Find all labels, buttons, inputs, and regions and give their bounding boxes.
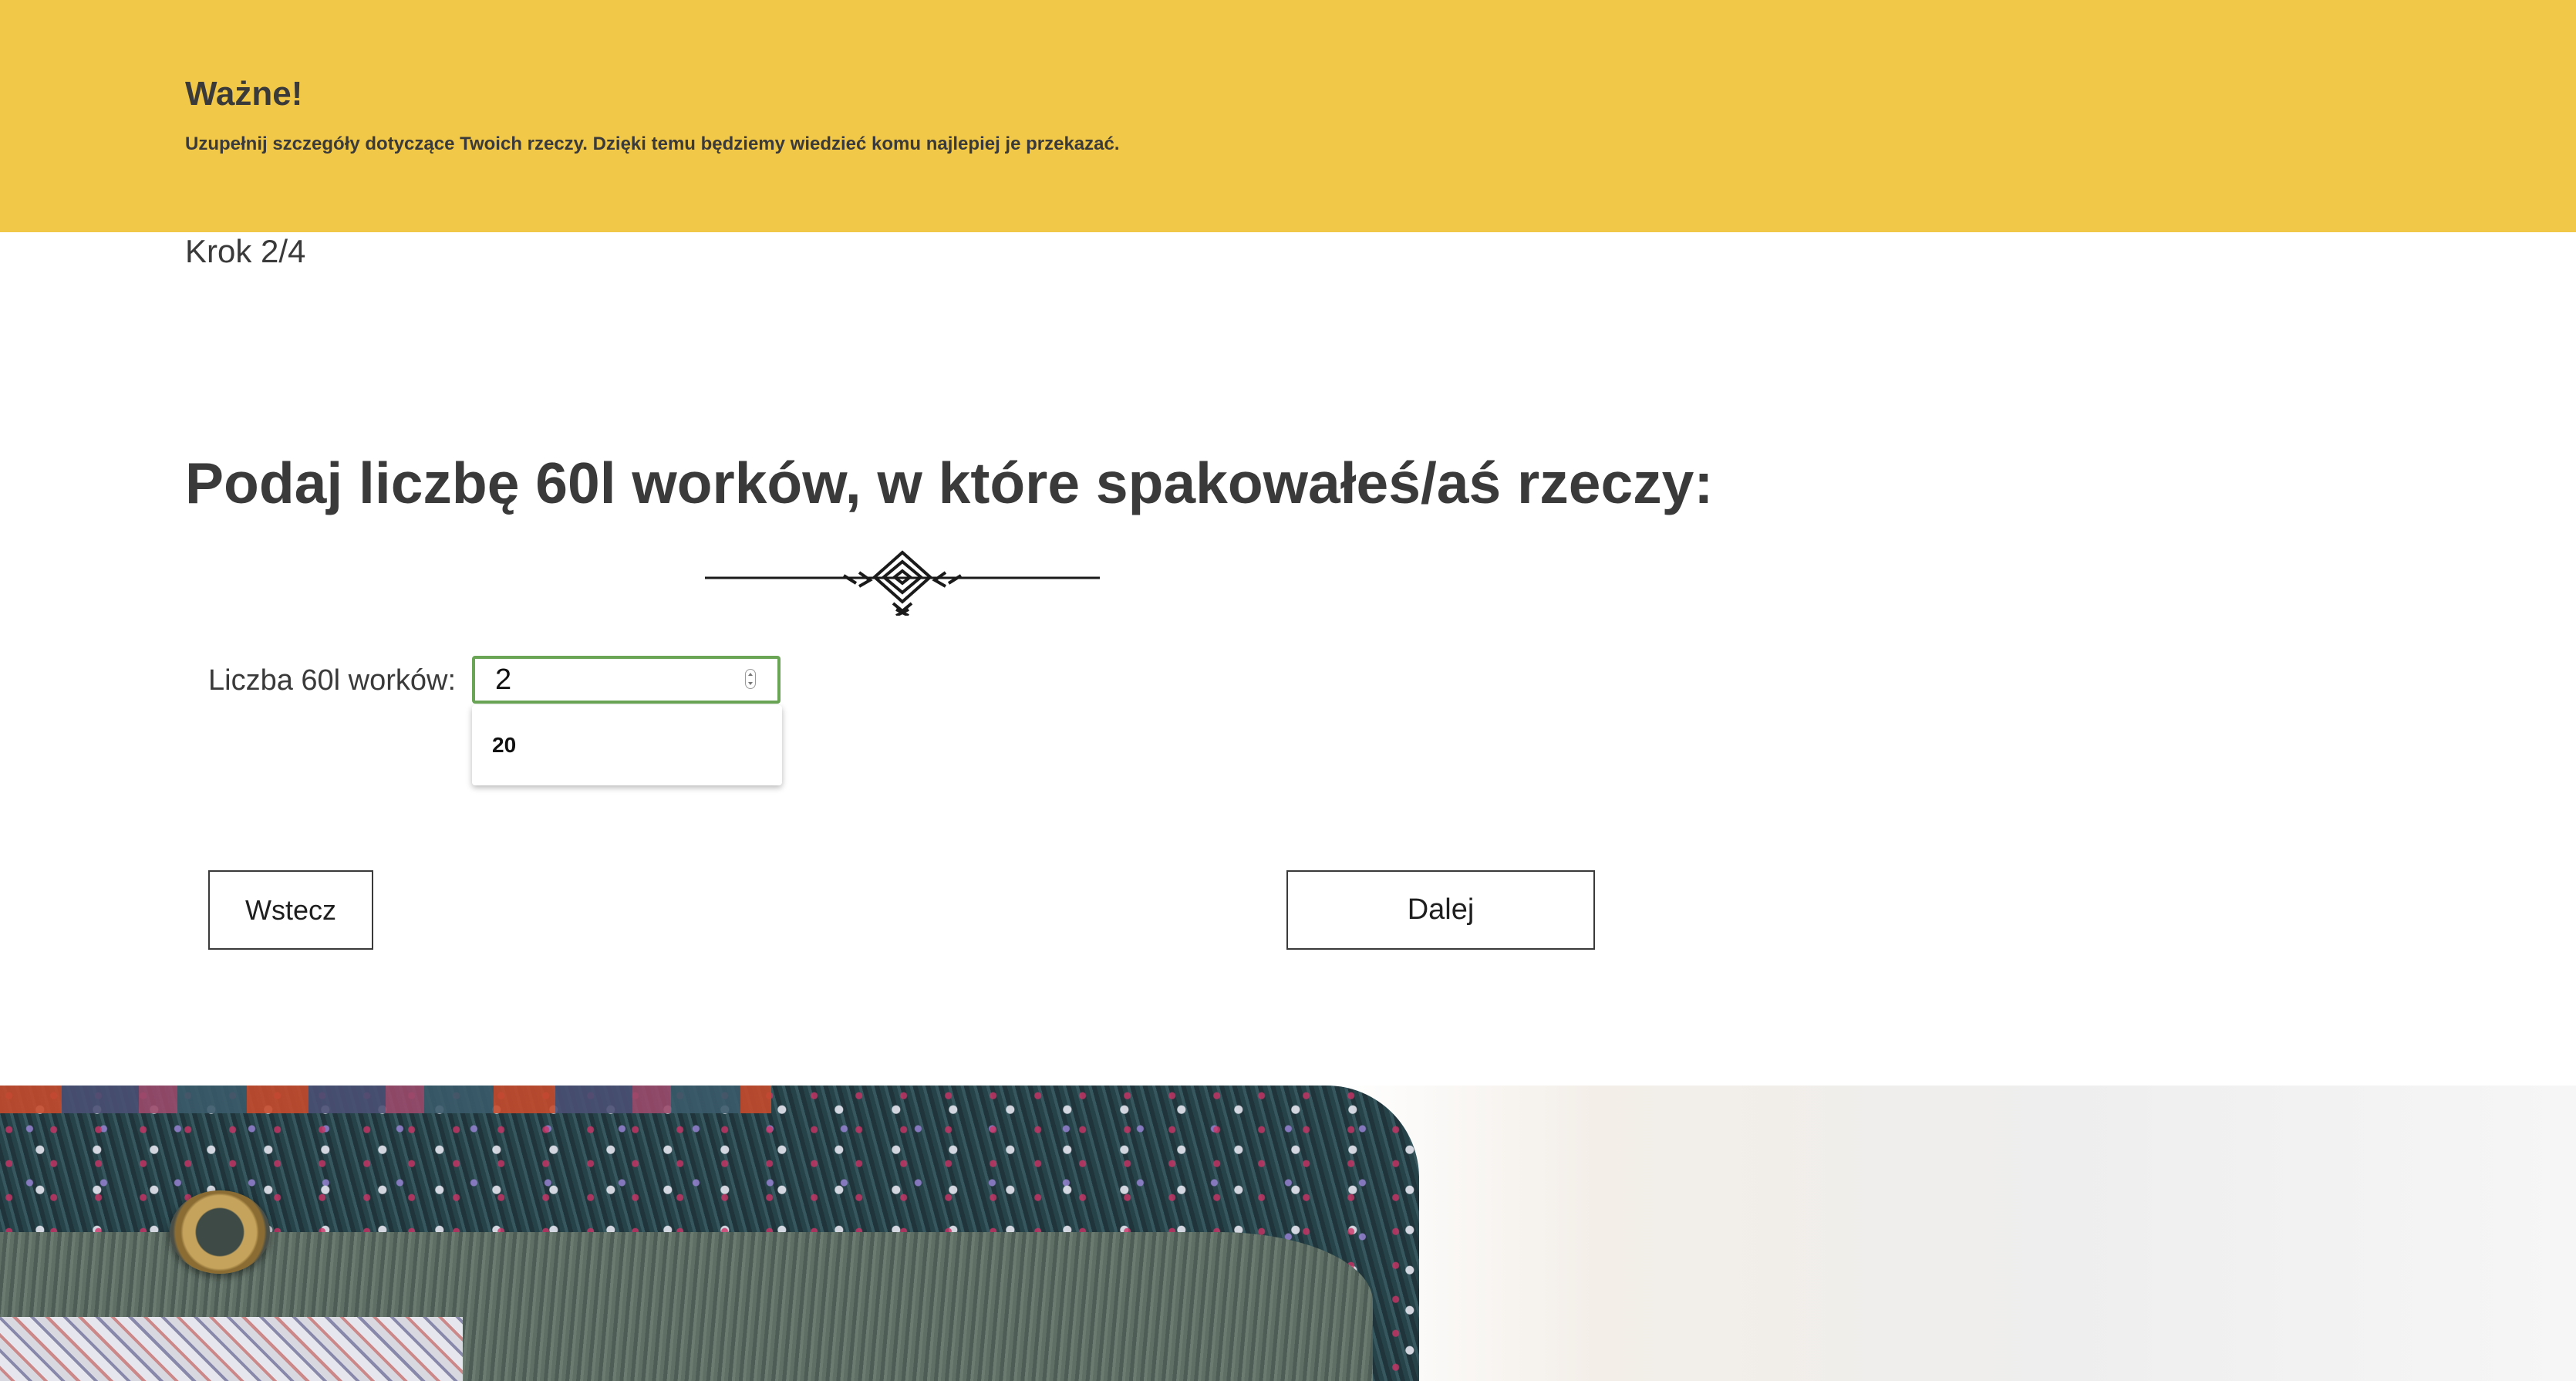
bags-count-input[interactable] — [475, 659, 730, 701]
spinner-down-icon[interactable] — [748, 682, 753, 685]
knitwear-band — [0, 1086, 771, 1113]
bags-count-label: Liczba 60l worków: — [208, 664, 457, 697]
banner-text: Uzupełnij szczegóły dotyczące Twoich rze… — [185, 133, 1120, 154]
bags-count-field[interactable] — [472, 656, 781, 704]
next-button[interactable]: Dalej — [1286, 870, 1595, 950]
banner-title: Ważne! — [185, 75, 303, 113]
hero-clothing-image — [0, 1086, 2576, 1381]
knitwear-bottom-texture — [0, 1317, 463, 1381]
step-indicator: Krok 2/4 — [185, 233, 306, 269]
number-spinner-icon[interactable] — [745, 669, 756, 689]
back-button[interactable]: Wstecz — [208, 870, 373, 950]
autocomplete-dropdown: 20 — [472, 705, 782, 785]
sweater-button-icon — [170, 1190, 270, 1274]
decorative-divider-icon — [705, 550, 1100, 616]
page-title: Podaj liczbę 60l worków, w które spakowa… — [185, 451, 1714, 515]
spinner-up-icon[interactable] — [748, 673, 753, 676]
notice-banner: Ważne! Uzupełnij szczegóły dotyczące Two… — [0, 0, 2576, 232]
autocomplete-option[interactable]: 20 — [492, 731, 516, 759]
